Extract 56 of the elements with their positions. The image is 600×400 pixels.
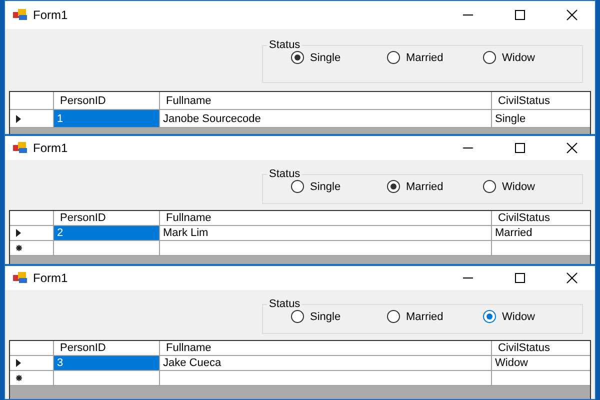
column-header[interactable]: Fullname xyxy=(160,341,492,356)
radio-button[interactable] xyxy=(291,51,304,64)
column-header[interactable]: Fullname xyxy=(160,92,492,110)
radio-label[interactable]: Single xyxy=(310,180,341,192)
table-cell[interactable]: Widow xyxy=(492,356,590,371)
group-label: Status xyxy=(268,39,302,51)
close-icon[interactable] xyxy=(566,9,578,21)
row-header[interactable] xyxy=(10,371,54,386)
table-cell[interactable]: 2 xyxy=(54,226,160,241)
row-header[interactable] xyxy=(10,226,54,241)
radio-button[interactable] xyxy=(387,310,400,323)
column-header[interactable]: CivilStatus xyxy=(492,211,590,226)
table-cell[interactable]: Janobe Sourcecode xyxy=(160,110,492,128)
column-header[interactable]: Fullname xyxy=(160,211,492,226)
radio-label[interactable]: Married xyxy=(406,180,444,192)
window-title: Form1 xyxy=(33,271,69,285)
row-header[interactable] xyxy=(10,241,54,256)
radio-button[interactable] xyxy=(483,180,496,193)
column-header[interactable]: CivilStatus xyxy=(492,341,590,356)
radio-button[interactable] xyxy=(483,51,496,64)
radio-label[interactable]: Married xyxy=(406,52,444,64)
app-icon xyxy=(13,9,27,21)
row-header[interactable] xyxy=(10,110,54,128)
radio-label[interactable]: Widow xyxy=(502,310,536,322)
table-cell[interactable]: Single xyxy=(492,110,590,128)
radio-button[interactable] xyxy=(291,180,304,193)
group-label: Status xyxy=(268,168,302,180)
group-label: Status xyxy=(268,298,302,310)
table-cell[interactable]: 3 xyxy=(54,356,160,371)
column-header[interactable]: PersonID xyxy=(54,211,160,226)
radio-label[interactable]: Widow xyxy=(502,52,536,64)
app-icon xyxy=(13,272,27,284)
maximize-icon[interactable] xyxy=(514,142,526,154)
close-icon[interactable] xyxy=(566,142,578,154)
close-icon[interactable] xyxy=(566,272,578,284)
row-header[interactable] xyxy=(10,356,54,371)
window-title: Form1 xyxy=(33,141,69,155)
app-icon xyxy=(13,142,27,154)
column-header[interactable]: PersonID xyxy=(54,92,160,110)
maximize-icon[interactable] xyxy=(514,9,526,21)
table-cell[interactable]: Married xyxy=(492,226,590,241)
table-cell[interactable]: Mark Lim xyxy=(160,226,492,241)
radio-label[interactable]: Single xyxy=(310,52,341,64)
radio-button[interactable] xyxy=(291,310,304,323)
window-title: Form1 xyxy=(33,8,69,22)
column-header[interactable]: PersonID xyxy=(54,341,160,356)
radio-button[interactable] xyxy=(387,180,400,193)
radio-label[interactable]: Single xyxy=(310,310,341,322)
radio-label[interactable]: Widow xyxy=(502,180,536,192)
maximize-icon[interactable] xyxy=(514,272,526,284)
column-header[interactable]: CivilStatus xyxy=(492,92,590,110)
radio-button[interactable] xyxy=(387,51,400,64)
radio-button[interactable] xyxy=(483,310,496,323)
table-cell[interactable]: 1 xyxy=(54,110,160,128)
radio-label[interactable]: Married xyxy=(406,310,444,322)
table-cell[interactable]: Jake Cueca xyxy=(160,356,492,371)
